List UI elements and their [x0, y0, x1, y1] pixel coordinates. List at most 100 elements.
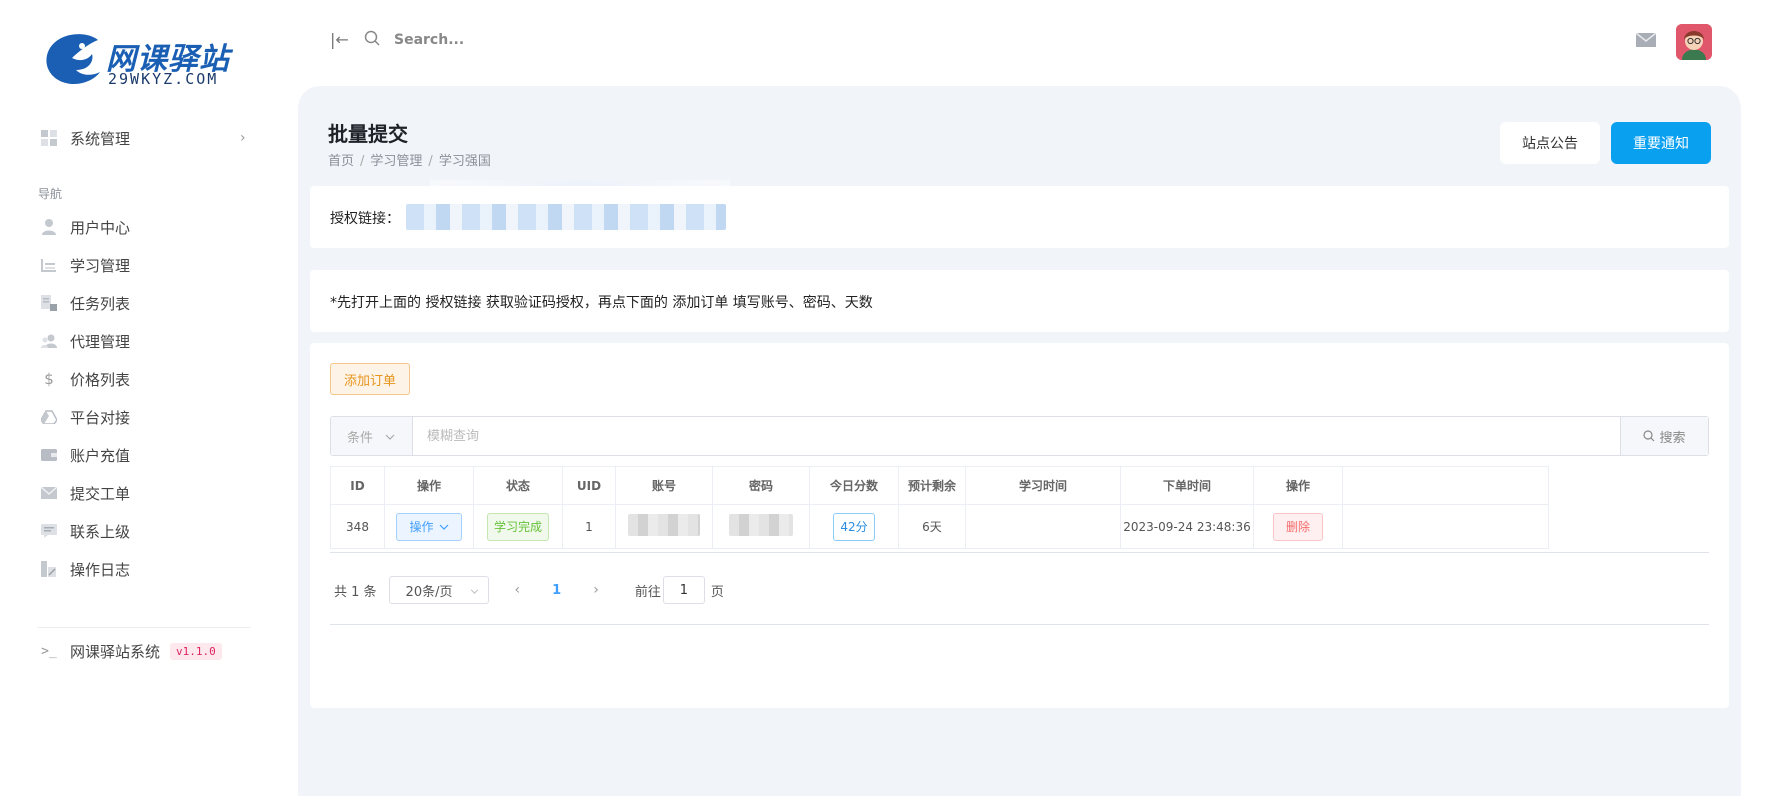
- search-icon: [1643, 430, 1655, 442]
- sidebar-item-label: 平台对接: [70, 408, 131, 427]
- important-notice-button[interactable]: 重要通知: [1611, 122, 1711, 164]
- agent-icon: [40, 332, 58, 350]
- condition-select[interactable]: 条件: [331, 417, 413, 455]
- main-content: 批量提交 首页 / 学习管理 / 学习强国 站点公告 重要通知 授权链接： *先打开上面…: [298, 86, 1741, 796]
- sidebar-item-contact[interactable]: 联系上级: [40, 517, 130, 545]
- column-header: UID: [562, 466, 616, 505]
- sidebar-item-label: 联系上级: [70, 522, 131, 541]
- next-page-icon[interactable]: ›: [593, 582, 599, 598]
- breadcrumb: 首页 / 学习管理 / 学习强国: [328, 154, 491, 169]
- status-badge: 学习完成: [487, 512, 549, 541]
- column-header: 账号: [615, 466, 713, 505]
- sidebar-item-platform[interactable]: 平台对接: [40, 403, 130, 431]
- score-badge: 42分: [833, 512, 875, 541]
- sidebar-item-label: 账户充值: [70, 446, 131, 465]
- row-action-dropdown[interactable]: 操作: [396, 512, 462, 541]
- column-header: ID: [330, 466, 385, 505]
- column-header: 学习时间: [965, 466, 1121, 505]
- mail-icon: [40, 484, 58, 502]
- nav-section-label: 导航: [38, 187, 63, 201]
- table-row: 348 操作 学习完成 1 42分 6天 2023-09-24 23:48:36: [330, 504, 1549, 549]
- chevron-down-icon: [470, 584, 479, 597]
- pagination: 共 1 条 20条/页 ‹ 1 › 前往 页: [334, 576, 724, 604]
- orders-card: 添加订单 条件 搜索 ID 操作: [310, 343, 1729, 708]
- terminal-icon: >_: [41, 643, 57, 659]
- platform-icon: [40, 408, 58, 426]
- sidebar-item-agents[interactable]: 代理管理: [40, 327, 130, 355]
- brand-domain: 29WKYZ.COM: [108, 70, 219, 88]
- condition-placeholder: 条件: [347, 430, 374, 446]
- sidebar-item-label: 系统管理: [70, 129, 131, 148]
- user-avatar[interactable]: [1676, 24, 1712, 60]
- sidebar-divider: [38, 627, 250, 628]
- sidebar-item-label: 用户中心: [70, 218, 131, 237]
- version-badge: v1.1.0: [170, 642, 222, 660]
- page-size-value: 20条/页: [405, 584, 453, 600]
- chevron-down-icon: [439, 524, 448, 530]
- site-notice-button[interactable]: 站点公告: [1500, 122, 1600, 164]
- global-search-input[interactable]: [394, 26, 694, 54]
- page-size-select[interactable]: 20条/页: [388, 576, 489, 604]
- goto-label: 前往: [634, 584, 661, 600]
- column-header: 预计剩余: [898, 466, 966, 505]
- sidebar-item-study[interactable]: 学习管理: [40, 251, 130, 279]
- cell-empty: [1342, 504, 1549, 549]
- column-header: 下单时间: [1120, 466, 1254, 505]
- collapse-sidebar-icon[interactable]: |←: [330, 30, 349, 49]
- tip-card: *先打开上面的 授权链接 获取验证码授权，再点下面的 添加订单 填写账号、密码、…: [310, 270, 1729, 332]
- search-icon: [364, 30, 380, 50]
- account-redacted: [628, 514, 700, 536]
- cell-remaining: 6天: [898, 504, 966, 549]
- prev-page-icon[interactable]: ‹: [515, 582, 521, 598]
- chevron-right-icon: ›: [240, 130, 246, 146]
- add-order-button[interactable]: 添加订单: [330, 363, 410, 395]
- divider: [330, 552, 1709, 553]
- column-header: 操作: [384, 466, 474, 505]
- sidebar-item-label: 提交工单: [70, 484, 131, 503]
- user-icon: [40, 218, 58, 236]
- redacted-area: [430, 180, 730, 186]
- log-icon: [40, 560, 58, 578]
- sidebar-item-label: 操作日志: [70, 560, 131, 579]
- breadcrumb-item: 学习强国: [438, 154, 491, 169]
- sidebar-item-recharge[interactable]: 账户充值: [40, 441, 130, 469]
- auth-link-card: 授权链接：: [310, 180, 1729, 248]
- chevron-down-icon: [385, 429, 395, 444]
- search-button[interactable]: 搜索: [1620, 417, 1708, 455]
- search-button-label: 搜索: [1659, 430, 1686, 446]
- goto-page-input[interactable]: [662, 576, 705, 604]
- mail-icon[interactable]: [1635, 32, 1657, 51]
- column-header: 今日分数: [809, 466, 899, 505]
- topbar: |←: [290, 0, 1768, 80]
- breadcrumb-item[interactable]: 首页: [328, 154, 354, 169]
- page-number[interactable]: 1: [552, 583, 561, 598]
- dollar-icon: $: [44, 370, 54, 388]
- pagination-total: 共 1 条: [334, 584, 377, 600]
- sidebar: 网课驿站 29WKYZ.COM 系统管理 › 导航 用户中心 学习管理 任务列表…: [0, 0, 290, 796]
- sidebar-item-tasks[interactable]: 任务列表: [40, 289, 130, 317]
- fuzzy-search-input[interactable]: [427, 425, 1327, 447]
- cell-uid: 1: [562, 504, 616, 549]
- sidebar-item-ticket[interactable]: 提交工单: [40, 479, 130, 507]
- column-header: 状态: [473, 466, 563, 505]
- delete-button[interactable]: 删除: [1273, 512, 1323, 541]
- instruction-text: *先打开上面的 授权链接 获取验证码授权，再点下面的 添加订单 填写账号、密码、…: [330, 295, 873, 311]
- logo-mark-icon: [46, 34, 100, 84]
- sidebar-item-system[interactable]: 系统管理 ›: [40, 124, 246, 152]
- auth-link-redacted[interactable]: [406, 204, 726, 230]
- grid-icon: [40, 129, 58, 147]
- sidebar-item-label: 代理管理: [70, 332, 131, 351]
- breadcrumb-item[interactable]: 学习管理: [370, 154, 422, 169]
- divider: [330, 624, 1709, 625]
- sidebar-item-label: 价格列表: [70, 370, 131, 389]
- chat-icon: [40, 522, 58, 540]
- sidebar-system-info[interactable]: >_ 网课驿站系统 v1.1.0: [40, 637, 222, 665]
- wallet-icon: [40, 446, 58, 464]
- sidebar-item-logs[interactable]: 操作日志: [40, 555, 130, 583]
- cell-id: 348: [330, 504, 385, 549]
- brand-logo[interactable]: 网课驿站 29WKYZ.COM: [42, 30, 242, 90]
- sidebar-item-prices[interactable]: $ 价格列表: [40, 365, 130, 393]
- sidebar-item-user-center[interactable]: 用户中心: [40, 213, 130, 241]
- system-name: 网课驿站系统: [70, 642, 161, 661]
- study-icon: [40, 256, 58, 274]
